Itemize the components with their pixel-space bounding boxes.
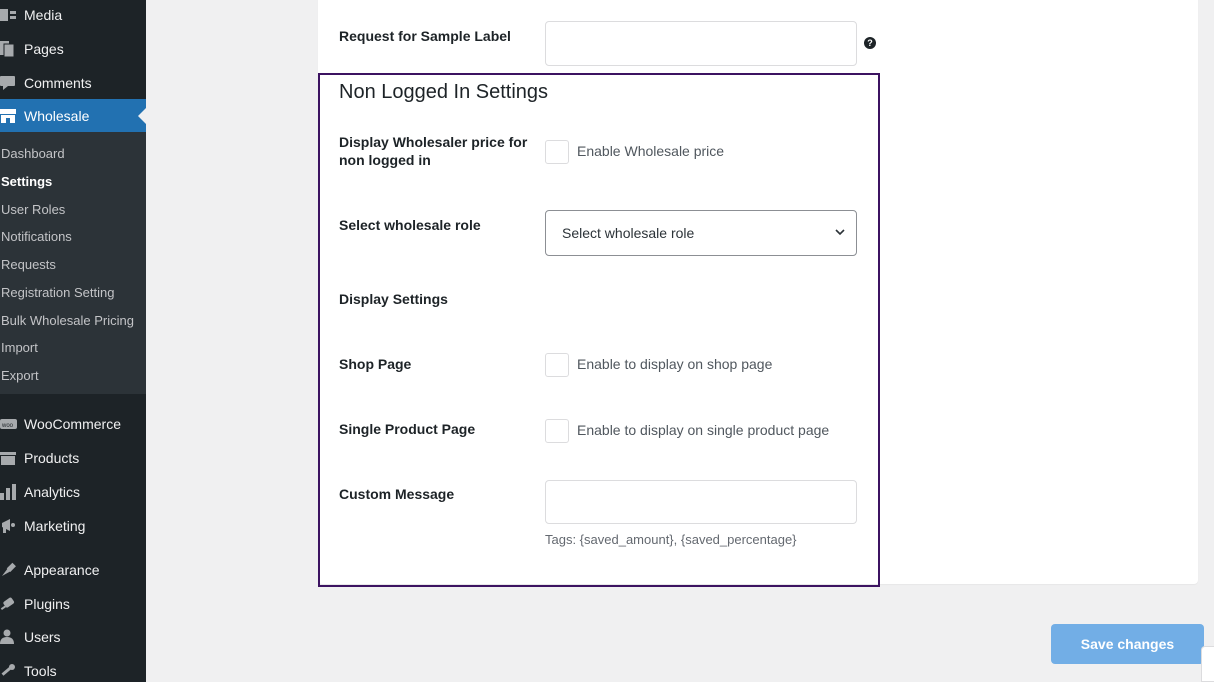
plugins-icon [0,594,24,614]
active-indicator [138,108,146,124]
woocommerce-icon: woo [0,414,24,434]
users-icon [0,627,24,647]
sidebar-item-users[interactable]: Users [0,620,146,654]
chevron-down-icon [834,225,846,241]
custom-message-label: Custom Message [339,486,455,502]
shop-page-label: Shop Page [339,356,412,372]
products-icon [0,448,24,468]
submenu-import[interactable]: Import [1,340,38,355]
sidebar-item-label: Plugins [24,596,70,612]
sample-label-input[interactable] [545,21,857,66]
media-icon [0,5,24,25]
sidebar-item-label: Products [24,450,80,466]
enable-wholesale-price-checkbox[interactable] [545,140,569,164]
sidebar-item-products[interactable]: Products [0,441,146,475]
sidebar-item-tools[interactable]: Tools [0,654,146,682]
sample-label-heading: Request for Sample Label [339,28,511,44]
submenu-requests[interactable]: Requests [1,257,56,272]
submenu-notifications[interactable]: Notifications [1,229,72,244]
submenu-dashboard[interactable]: Dashboard [1,146,65,161]
submenu-bulk-wholesale-pricing[interactable]: Bulk Wholesale Pricing [1,313,134,328]
pages-icon [0,39,24,59]
sidebar-item-label: Appearance [24,562,100,578]
section-title: Non Logged In Settings [339,81,549,103]
sidebar-item-label: Marketing [24,518,86,534]
tags-hint: Tags: {saved_amount}, {saved_percentage} [545,532,797,547]
svg-text:woo: woo [1,423,14,429]
custom-message-input[interactable] [545,480,857,524]
sidebar-item-label: Wholesale [24,108,90,124]
floating-panel-edge [1201,646,1214,682]
sidebar-item-wholesale[interactable]: Wholesale [0,99,146,133]
sidebar-item-plugins[interactable]: Plugins [0,587,146,621]
analytics-icon [0,482,24,502]
sidebar-item-label: Pages [24,41,64,57]
select-value: Select wholesale role [562,225,695,241]
single-product-page-label: Single Product Page [339,421,476,437]
sidebar-item-label: WooCommerce [24,416,121,432]
sidebar-item-analytics[interactable]: Analytics [0,475,146,509]
submenu-user-roles[interactable]: User Roles [1,202,65,217]
display-price-label: Display Wholesaler price for non logged … [339,134,528,168]
submenu-export[interactable]: Export [1,368,39,383]
submenu-settings[interactable]: Settings [1,174,52,189]
single-product-page-text: Enable to display on single product page [577,422,830,438]
wholesale-role-select[interactable]: Select wholesale role [545,210,857,256]
single-product-page-checkbox[interactable] [545,419,569,443]
sidebar-item-appearance[interactable]: Appearance [0,553,146,587]
sidebar-item-media[interactable]: Media [0,0,146,32]
submenu-registration-setting[interactable]: Registration Setting [1,285,114,300]
select-role-label: Select wholesale role [339,217,481,233]
comments-icon [0,73,24,93]
shop-page-text: Enable to display on shop page [577,356,773,372]
sidebar-item-label: Media [24,7,63,23]
sidebar-item-label: Tools [24,663,57,679]
sidebar-item-marketing[interactable]: Marketing [0,509,146,543]
appearance-icon [0,560,24,580]
sidebar-item-label: Comments [24,75,92,91]
display-settings-label: Display Settings [339,291,448,307]
marketing-icon [0,516,24,536]
store-icon [0,106,24,126]
save-changes-button[interactable]: Save changes [1051,624,1204,664]
sidebar-item-woocommerce[interactable]: woo WooCommerce [0,407,146,441]
wholesale-submenu: Dashboard Settings User Roles Notificati… [0,132,146,394]
shop-page-checkbox[interactable] [545,353,569,377]
admin-sidebar: Media Pages Comments Wholesale Dashboard… [0,0,146,682]
sidebar-item-label: Analytics [24,484,81,500]
help-icon[interactable]: ? [864,37,876,49]
enable-wholesale-price-text: Enable Wholesale price [577,143,725,159]
sidebar-item-label: Users [24,629,61,645]
tools-icon [0,661,24,681]
sidebar-item-pages[interactable]: Pages [0,32,146,66]
sidebar-item-comments[interactable]: Comments [0,66,146,100]
